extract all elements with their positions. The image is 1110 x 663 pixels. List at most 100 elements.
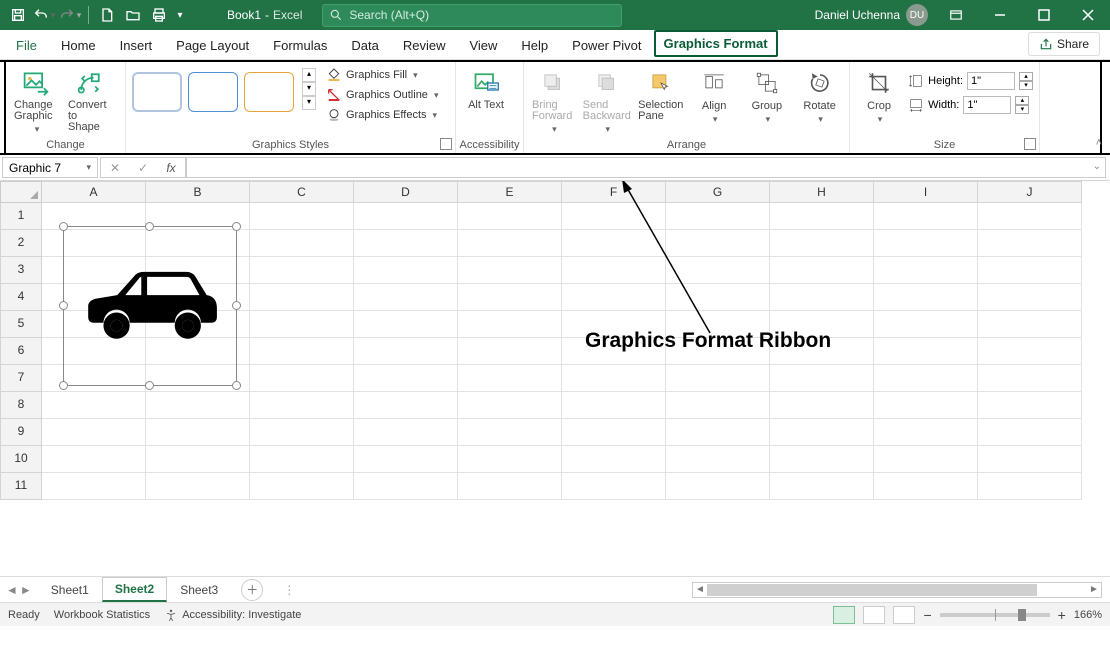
row-header[interactable]: 3 xyxy=(0,257,42,284)
height-down[interactable]: ▾ xyxy=(1019,81,1033,90)
cell[interactable] xyxy=(770,473,874,500)
graphics-effects-button[interactable]: Graphics Effects▾ xyxy=(326,106,438,124)
cell[interactable] xyxy=(666,446,770,473)
open-icon[interactable] xyxy=(121,3,145,27)
tab-help[interactable]: Help xyxy=(509,32,560,59)
tab-power-pivot[interactable]: Power Pivot xyxy=(560,32,653,59)
row-header[interactable]: 6 xyxy=(0,338,42,365)
cell[interactable] xyxy=(666,392,770,419)
height-field[interactable]: Height: ▴▾ xyxy=(908,72,1033,90)
cell[interactable] xyxy=(458,473,562,500)
horizontal-scrollbar[interactable]: ◄ ► xyxy=(692,582,1102,598)
cell[interactable] xyxy=(354,311,458,338)
cell[interactable] xyxy=(562,419,666,446)
cell[interactable] xyxy=(978,392,1082,419)
redo-icon[interactable]: ▾ xyxy=(58,3,82,27)
cell[interactable] xyxy=(770,365,874,392)
save-icon[interactable] xyxy=(6,3,30,27)
scroll-right-icon[interactable]: ► xyxy=(1087,584,1101,595)
cell[interactable] xyxy=(42,473,146,500)
cell[interactable] xyxy=(770,257,874,284)
sheet-prev-icon[interactable]: ◄ xyxy=(6,583,18,597)
cell[interactable] xyxy=(146,419,250,446)
qat-customize-icon[interactable]: ▾ xyxy=(173,3,187,27)
rotate-button[interactable]: Rotate▾ xyxy=(796,66,843,127)
send-backward-button[interactable]: Send Backward▾ xyxy=(583,66,631,137)
cell[interactable] xyxy=(250,257,354,284)
cell[interactable] xyxy=(354,392,458,419)
cell[interactable] xyxy=(562,446,666,473)
share-button[interactable]: Share xyxy=(1028,32,1100,56)
height-up[interactable]: ▴ xyxy=(1019,72,1033,81)
cell[interactable] xyxy=(874,392,978,419)
zoom-slider[interactable] xyxy=(940,613,1050,617)
cell[interactable] xyxy=(770,419,874,446)
new-file-icon[interactable] xyxy=(95,3,119,27)
size-dialog-launcher[interactable] xyxy=(1024,138,1036,150)
cancel-icon[interactable]: ✕ xyxy=(101,161,129,175)
cell[interactable] xyxy=(874,230,978,257)
cell[interactable] xyxy=(874,473,978,500)
tab-home[interactable]: Home xyxy=(49,32,108,59)
row-header[interactable]: 8 xyxy=(0,392,42,419)
cell[interactable] xyxy=(354,203,458,230)
cell[interactable] xyxy=(250,419,354,446)
cell[interactable] xyxy=(978,338,1082,365)
cell[interactable] xyxy=(42,446,146,473)
tab-page-layout[interactable]: Page Layout xyxy=(164,32,261,59)
cell[interactable] xyxy=(666,473,770,500)
page-layout-view-icon[interactable] xyxy=(863,606,885,624)
col-header[interactable]: D xyxy=(354,181,458,203)
ribbon-display-icon[interactable] xyxy=(934,0,978,30)
change-graphic-button[interactable]: Change Graphic▾ xyxy=(12,66,60,137)
cell[interactable] xyxy=(354,230,458,257)
sheet-tab[interactable]: Sheet1 xyxy=(38,578,102,602)
tab-file[interactable]: File xyxy=(4,32,49,59)
cell[interactable] xyxy=(250,338,354,365)
cell[interactable] xyxy=(978,311,1082,338)
cell[interactable] xyxy=(874,338,978,365)
col-header[interactable]: E xyxy=(458,181,562,203)
zoom-in-icon[interactable]: + xyxy=(1058,607,1066,623)
cell[interactable] xyxy=(874,446,978,473)
cell[interactable] xyxy=(874,311,978,338)
cell[interactable] xyxy=(250,284,354,311)
cell[interactable] xyxy=(978,365,1082,392)
cell[interactable] xyxy=(562,392,666,419)
workbook-stats[interactable]: Workbook Statistics xyxy=(54,609,150,621)
user-account[interactable]: Daniel Uchenna DU xyxy=(815,4,934,26)
graphics-outline-button[interactable]: Graphics Outline▾ xyxy=(326,86,438,104)
cell[interactable] xyxy=(770,446,874,473)
cell[interactable] xyxy=(458,203,562,230)
cell[interactable] xyxy=(458,230,562,257)
bring-forward-button[interactable]: Bring Forward▾ xyxy=(530,66,577,137)
cell[interactable] xyxy=(354,284,458,311)
cell[interactable] xyxy=(874,419,978,446)
cell[interactable] xyxy=(458,284,562,311)
accessibility-status[interactable]: Accessibility: Investigate xyxy=(164,608,301,622)
row-header[interactable]: 5 xyxy=(0,311,42,338)
enter-icon[interactable]: ✓ xyxy=(129,161,157,175)
alt-text-button[interactable]: Alt Text xyxy=(462,66,510,113)
cell[interactable] xyxy=(978,419,1082,446)
cell[interactable] xyxy=(42,392,146,419)
print-icon[interactable] xyxy=(147,3,171,27)
zoom-out-icon[interactable]: − xyxy=(923,607,931,623)
cell[interactable] xyxy=(250,311,354,338)
worksheet-grid[interactable]: A B C D E F G H I J 1234567891011 Graphi… xyxy=(0,181,1110,576)
cell[interactable] xyxy=(146,392,250,419)
collapse-ribbon-icon[interactable]: ˄ xyxy=(1096,137,1102,149)
tab-formulas[interactable]: Formulas xyxy=(261,32,339,59)
group-button[interactable]: Group▾ xyxy=(744,66,791,127)
cell[interactable] xyxy=(354,338,458,365)
scroll-left-icon[interactable]: ◄ xyxy=(693,584,707,595)
sheet-tab[interactable]: Sheet2 xyxy=(102,577,167,602)
cell[interactable] xyxy=(354,365,458,392)
height-input[interactable] xyxy=(967,72,1015,90)
tab-view[interactable]: View xyxy=(457,32,509,59)
maximize-icon[interactable] xyxy=(1022,0,1066,30)
col-header[interactable]: C xyxy=(250,181,354,203)
sheet-tab[interactable]: Sheet3 xyxy=(167,578,231,602)
cell[interactable] xyxy=(354,473,458,500)
cell[interactable] xyxy=(458,365,562,392)
